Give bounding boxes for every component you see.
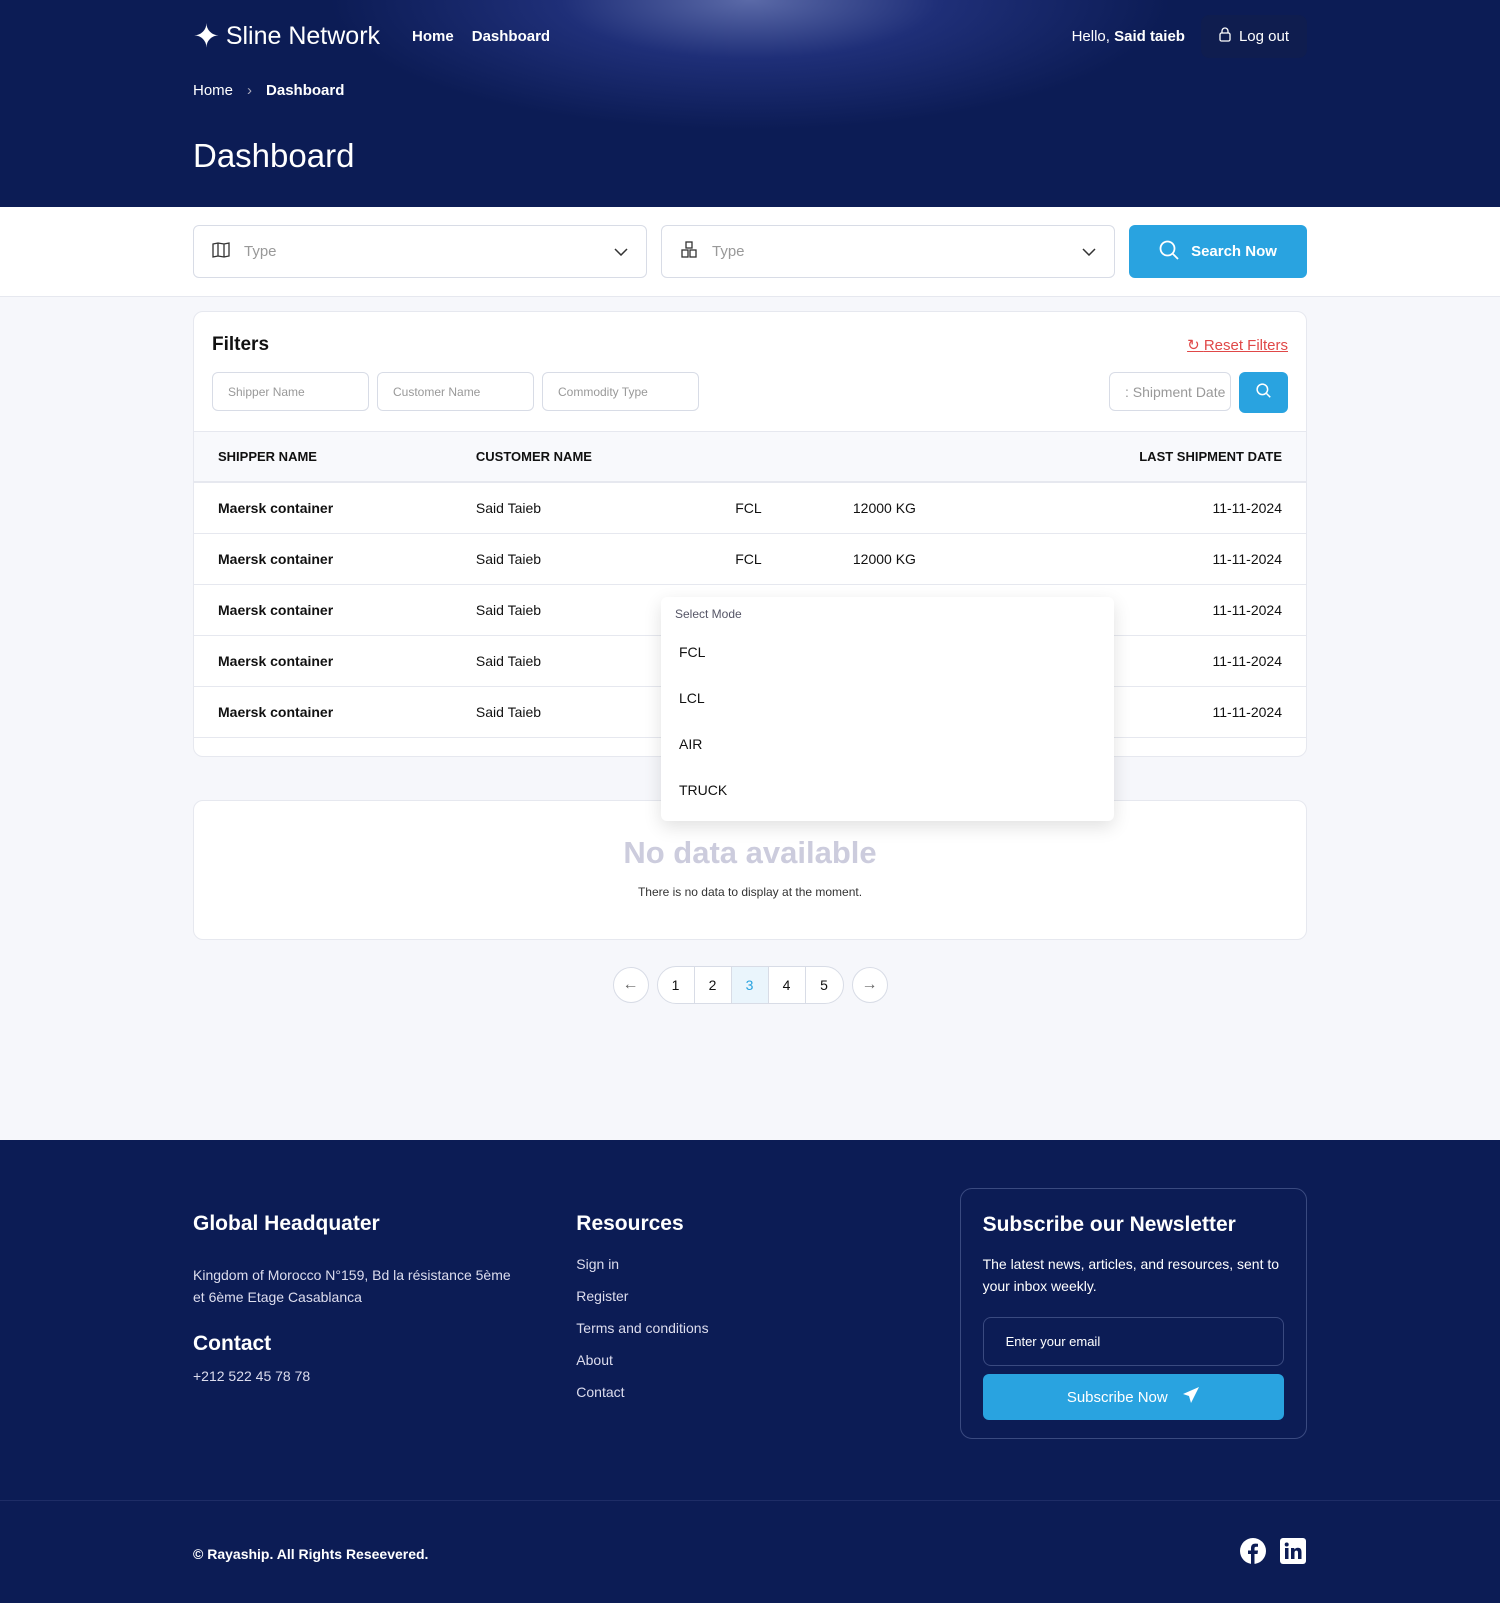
table-cell: Maersk container bbox=[194, 584, 452, 636]
linkedin-icon[interactable] bbox=[1279, 1537, 1307, 1570]
table-cell: Said Taieb bbox=[451, 482, 712, 534]
table-cell: Maersk container bbox=[194, 482, 452, 534]
option-truck[interactable]: TRUCK bbox=[661, 767, 1114, 813]
page-5[interactable]: 5 bbox=[806, 967, 843, 1003]
search-now-button[interactable]: Search Now bbox=[1129, 225, 1307, 278]
next-page-button[interactable]: → bbox=[851, 966, 888, 1003]
dropdown-label: Select Mode bbox=[675, 607, 742, 621]
copyright: © Rayaship. All Rights Reseevered. bbox=[193, 1545, 429, 1562]
brand-logo[interactable]: ✦ Sline Network bbox=[193, 17, 380, 55]
reset-filters-link[interactable]: ↻ Reset Filters bbox=[1187, 336, 1288, 354]
refresh-icon: ↻ bbox=[1187, 337, 1204, 354]
email-input[interactable]: Enter your email bbox=[982, 1317, 1284, 1366]
nav-home[interactable]: Home bbox=[412, 28, 454, 45]
boxes-icon bbox=[680, 240, 698, 263]
resources-title: Resources bbox=[576, 1212, 684, 1235]
facebook-icon[interactable] bbox=[1239, 1537, 1267, 1570]
table-cell: FCL bbox=[711, 533, 829, 585]
search-bar: Type Type Search Now bbox=[0, 207, 1500, 297]
no-data-text: There is no data to display at the momen… bbox=[637, 884, 863, 899]
column-header bbox=[828, 431, 1005, 483]
phone: +212 522 45 78 78 bbox=[193, 1368, 311, 1384]
table-cell: Maersk container bbox=[194, 686, 452, 738]
table-cell: Maersk container bbox=[194, 635, 452, 687]
shipper-name-input[interactable]: Shipper Name bbox=[212, 372, 369, 411]
breadcrumb-current: Dashboard bbox=[266, 82, 345, 99]
map-icon bbox=[212, 241, 230, 262]
no-data-title: No data available bbox=[623, 834, 877, 870]
table-cell: 12000 KG bbox=[828, 482, 1005, 534]
send-icon bbox=[1182, 1386, 1200, 1408]
star-icon: ✦ bbox=[193, 18, 220, 54]
newsletter-title: Subscribe our Newsletter bbox=[982, 1213, 1236, 1236]
table-cell: 11-11-2024 bbox=[1004, 533, 1306, 585]
mode-dropdown: Select Mode FCL LCL AIR TRUCK bbox=[661, 597, 1114, 821]
type-select-2[interactable]: Type bbox=[661, 225, 1115, 278]
table-cell: Said Taieb bbox=[451, 533, 712, 585]
option-air[interactable]: AIR bbox=[661, 721, 1114, 767]
type-select-1[interactable]: Type bbox=[193, 225, 647, 278]
arrow-left-icon: ← bbox=[622, 975, 639, 993]
footer-link-register[interactable]: Register bbox=[576, 1288, 959, 1304]
breadcrumb-home[interactable]: Home bbox=[193, 82, 233, 99]
nav-dashboard[interactable]: Dashboard bbox=[472, 28, 550, 45]
page-2[interactable]: 2 bbox=[695, 966, 732, 1003]
chevron-down-icon bbox=[1082, 243, 1096, 260]
hq-address: Kingdom of Morocco N°159, Bd la résistan… bbox=[193, 1267, 511, 1305]
table-cell: 12000 KG bbox=[828, 533, 1005, 585]
footer-link-about[interactable]: About bbox=[576, 1352, 959, 1368]
lock-icon bbox=[1219, 26, 1231, 46]
footer-link-terms[interactable]: Terms and conditions bbox=[576, 1320, 959, 1336]
column-header: LAST SHIPMENT DATE bbox=[1004, 431, 1306, 483]
prev-page-button[interactable]: ← bbox=[612, 966, 649, 1003]
page-4[interactable]: 4 bbox=[769, 966, 806, 1003]
customer-name-input[interactable]: Customer Name bbox=[377, 372, 534, 411]
commodity-type-input[interactable]: Commodity Type bbox=[542, 372, 699, 411]
table-cell: Maersk container bbox=[194, 533, 452, 585]
table-row[interactable]: Maersk containerSaid TaiebFCL12000 KG11-… bbox=[194, 482, 1306, 534]
option-lcl[interactable]: LCL bbox=[661, 675, 1114, 721]
chevron-right-icon: › bbox=[247, 82, 253, 99]
page-1[interactable]: 1 bbox=[658, 966, 695, 1003]
table-row[interactable]: Maersk containerSaid TaiebFCL12000 KG11-… bbox=[194, 533, 1306, 585]
logout-button[interactable]: Log out bbox=[1200, 14, 1307, 58]
page-title: Dashboard bbox=[193, 137, 355, 174]
newsletter-box: Subscribe our Newsletter The latest news… bbox=[959, 1188, 1307, 1439]
hq-title: Global Headquater bbox=[193, 1212, 380, 1235]
shipment-date-input[interactable]: : Shipment Date bbox=[1109, 372, 1231, 411]
arrow-right-icon: → bbox=[861, 975, 878, 993]
chevron-down-icon bbox=[614, 243, 628, 260]
column-header bbox=[711, 431, 829, 483]
filters-title: Filters bbox=[212, 334, 270, 355]
hero-header: ✦ Sline Network Home Dashboard Hello, Said… bbox=[0, 0, 1500, 207]
option-fcl[interactable]: FCL bbox=[661, 629, 1114, 675]
greeting: Hello, Said taieb bbox=[1071, 27, 1185, 45]
newsletter-text: The latest news, articles, and resources… bbox=[982, 1256, 1280, 1294]
footer-link-contact[interactable]: Contact bbox=[576, 1384, 959, 1400]
column-header: CUSTOMER NAME bbox=[451, 431, 712, 483]
search-icon bbox=[1159, 240, 1179, 264]
breadcrumb: Home › Dashboard bbox=[193, 82, 1307, 99]
column-header: SHIPPER NAME bbox=[194, 431, 452, 483]
contact-title: Contact bbox=[193, 1332, 272, 1355]
footer: Global Headquater Kingdom of Morocco N°1… bbox=[0, 1140, 1500, 1603]
footer-link-sign-in[interactable]: Sign in bbox=[576, 1256, 959, 1272]
pagination: ← 12345 → bbox=[193, 965, 1307, 1004]
filter-search-button[interactable] bbox=[1239, 372, 1288, 413]
subscribe-button[interactable]: Subscribe Now bbox=[982, 1374, 1284, 1420]
search-icon bbox=[1256, 382, 1271, 403]
page-3[interactable]: 3 bbox=[731, 966, 769, 1003]
table-cell: FCL bbox=[711, 482, 829, 534]
table-cell: 11-11-2024 bbox=[1004, 482, 1306, 534]
